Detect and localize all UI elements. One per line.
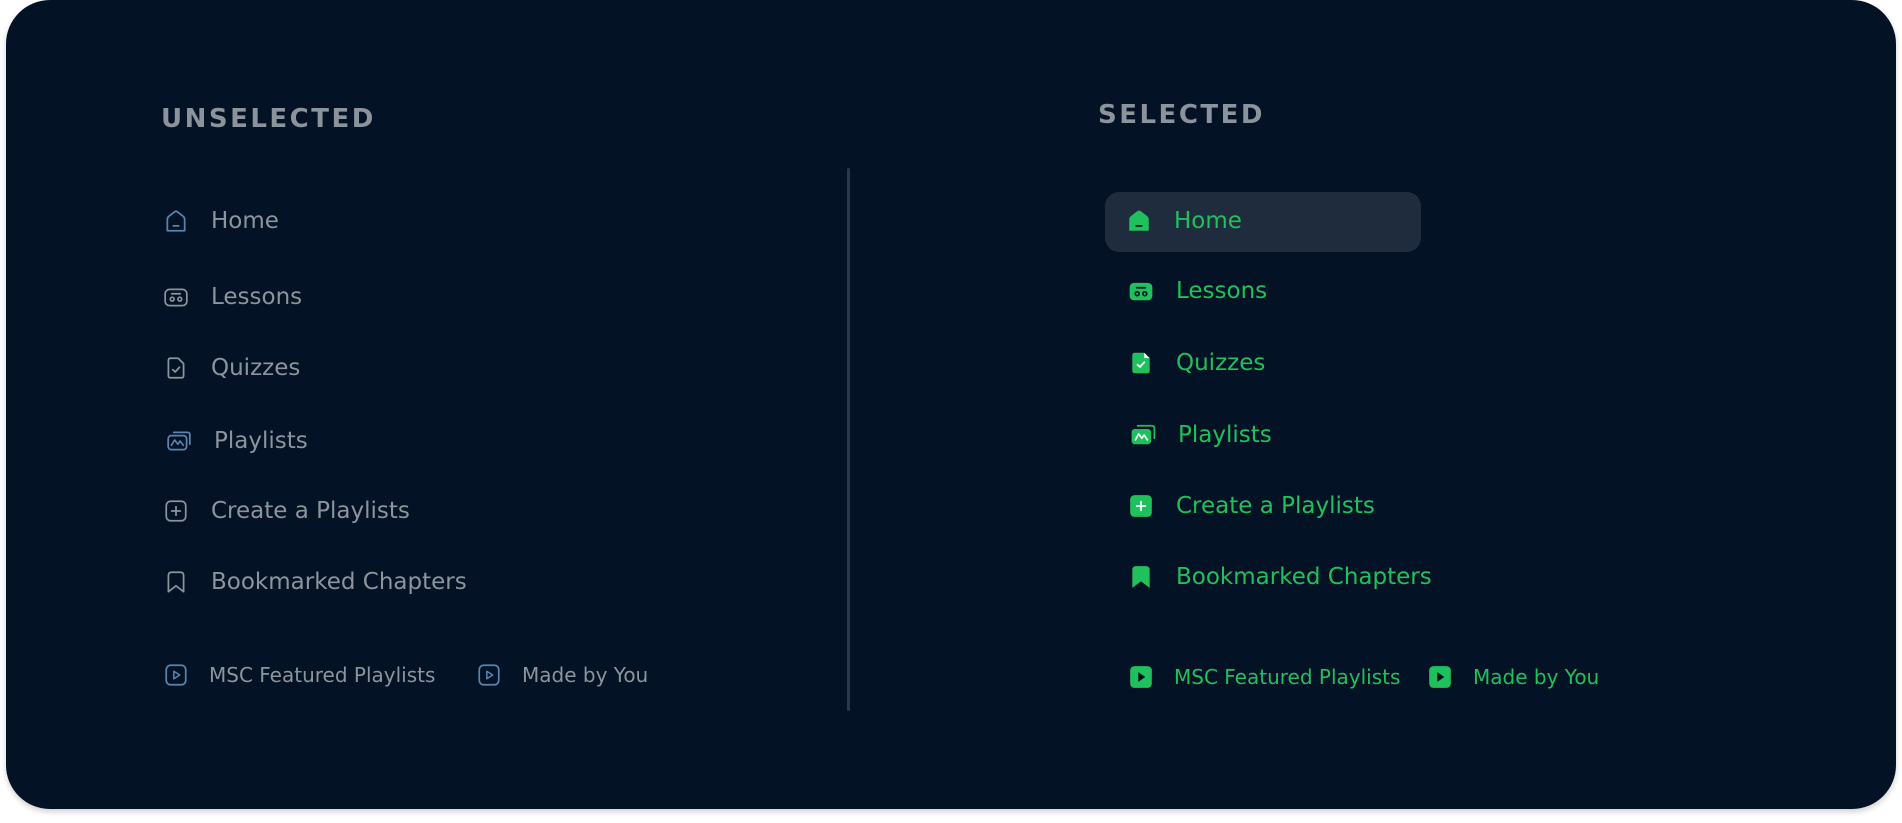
nav-item-quizzes-unselected[interactable]: Quizzes xyxy=(163,355,300,381)
plus-icon xyxy=(163,498,189,524)
nav-item-playlists-selected[interactable]: Playlists xyxy=(1130,422,1272,448)
playlists-icon xyxy=(166,428,192,454)
nav-item-playlists-unselected[interactable]: Playlists xyxy=(166,428,308,454)
quiz-icon xyxy=(163,355,189,381)
nav-item-bookmarks-selected[interactable]: Bookmarked Chapters xyxy=(1128,564,1432,590)
sub-nav-label: MSC Featured Playlists xyxy=(1174,665,1401,689)
home-icon xyxy=(1126,208,1152,234)
nav-label: Quizzes xyxy=(211,355,301,381)
lessons-icon xyxy=(163,284,189,310)
nav-label: Playlists xyxy=(214,428,308,454)
nav-item-lessons-unselected[interactable]: Lessons xyxy=(163,284,302,310)
nav-label: Quizzes xyxy=(1176,350,1266,376)
sub-item-made-by-you-selected[interactable]: Made by You xyxy=(1427,664,1599,690)
nav-label: Lessons xyxy=(1176,278,1268,304)
bookmark-icon xyxy=(163,569,189,595)
nav-label: Lessons xyxy=(211,284,303,310)
nav-label: Home xyxy=(211,208,279,234)
nav-label: Playlists xyxy=(1178,422,1272,448)
nav-label: Create a Playlists xyxy=(1176,493,1375,519)
nav-item-quizzes-selected[interactable]: Quizzes xyxy=(1128,350,1265,376)
play-icon xyxy=(163,662,189,688)
selected-heading: SELECTED xyxy=(1098,100,1265,130)
nav-label: Bookmarked Chapters xyxy=(1176,564,1432,590)
unselected-heading: UNSELECTED xyxy=(161,104,376,134)
plus-icon xyxy=(1128,493,1154,519)
nav-item-home-selected[interactable]: Home xyxy=(1126,208,1242,234)
nav-item-lessons-selected[interactable]: Lessons xyxy=(1128,278,1267,304)
bookmark-icon xyxy=(1128,564,1154,590)
sub-item-msc-featured-selected[interactable]: MSC Featured Playlists xyxy=(1128,664,1400,690)
nav-item-create-playlist-unselected[interactable]: Create a Playlists xyxy=(163,498,410,524)
nav-item-bookmarks-unselected[interactable]: Bookmarked Chapters xyxy=(163,569,467,595)
home-icon xyxy=(163,208,189,234)
sub-nav-label: MSC Featured Playlists xyxy=(209,663,436,687)
nav-item-home-unselected[interactable]: Home xyxy=(163,208,279,234)
column-divider xyxy=(847,168,850,711)
sub-nav-label: Made by You xyxy=(522,663,649,687)
nav-label: Create a Playlists xyxy=(211,498,410,524)
quiz-icon xyxy=(1128,350,1154,376)
playlists-icon xyxy=(1130,422,1156,448)
nav-label: Home xyxy=(1174,208,1242,234)
lessons-icon xyxy=(1128,278,1154,304)
play-icon xyxy=(1427,664,1453,690)
play-icon xyxy=(476,662,502,688)
sub-item-made-by-you-unselected[interactable]: Made by You xyxy=(476,662,648,688)
nav-item-create-playlist-selected[interactable]: Create a Playlists xyxy=(1128,493,1375,519)
nav-label: Bookmarked Chapters xyxy=(211,569,467,595)
sub-nav-label: Made by You xyxy=(1473,665,1600,689)
sub-item-msc-featured-unselected[interactable]: MSC Featured Playlists xyxy=(163,662,435,688)
showcase-card: UNSELECTED Home Lessons Quizzes Playlist… xyxy=(6,0,1896,809)
play-icon xyxy=(1128,664,1154,690)
